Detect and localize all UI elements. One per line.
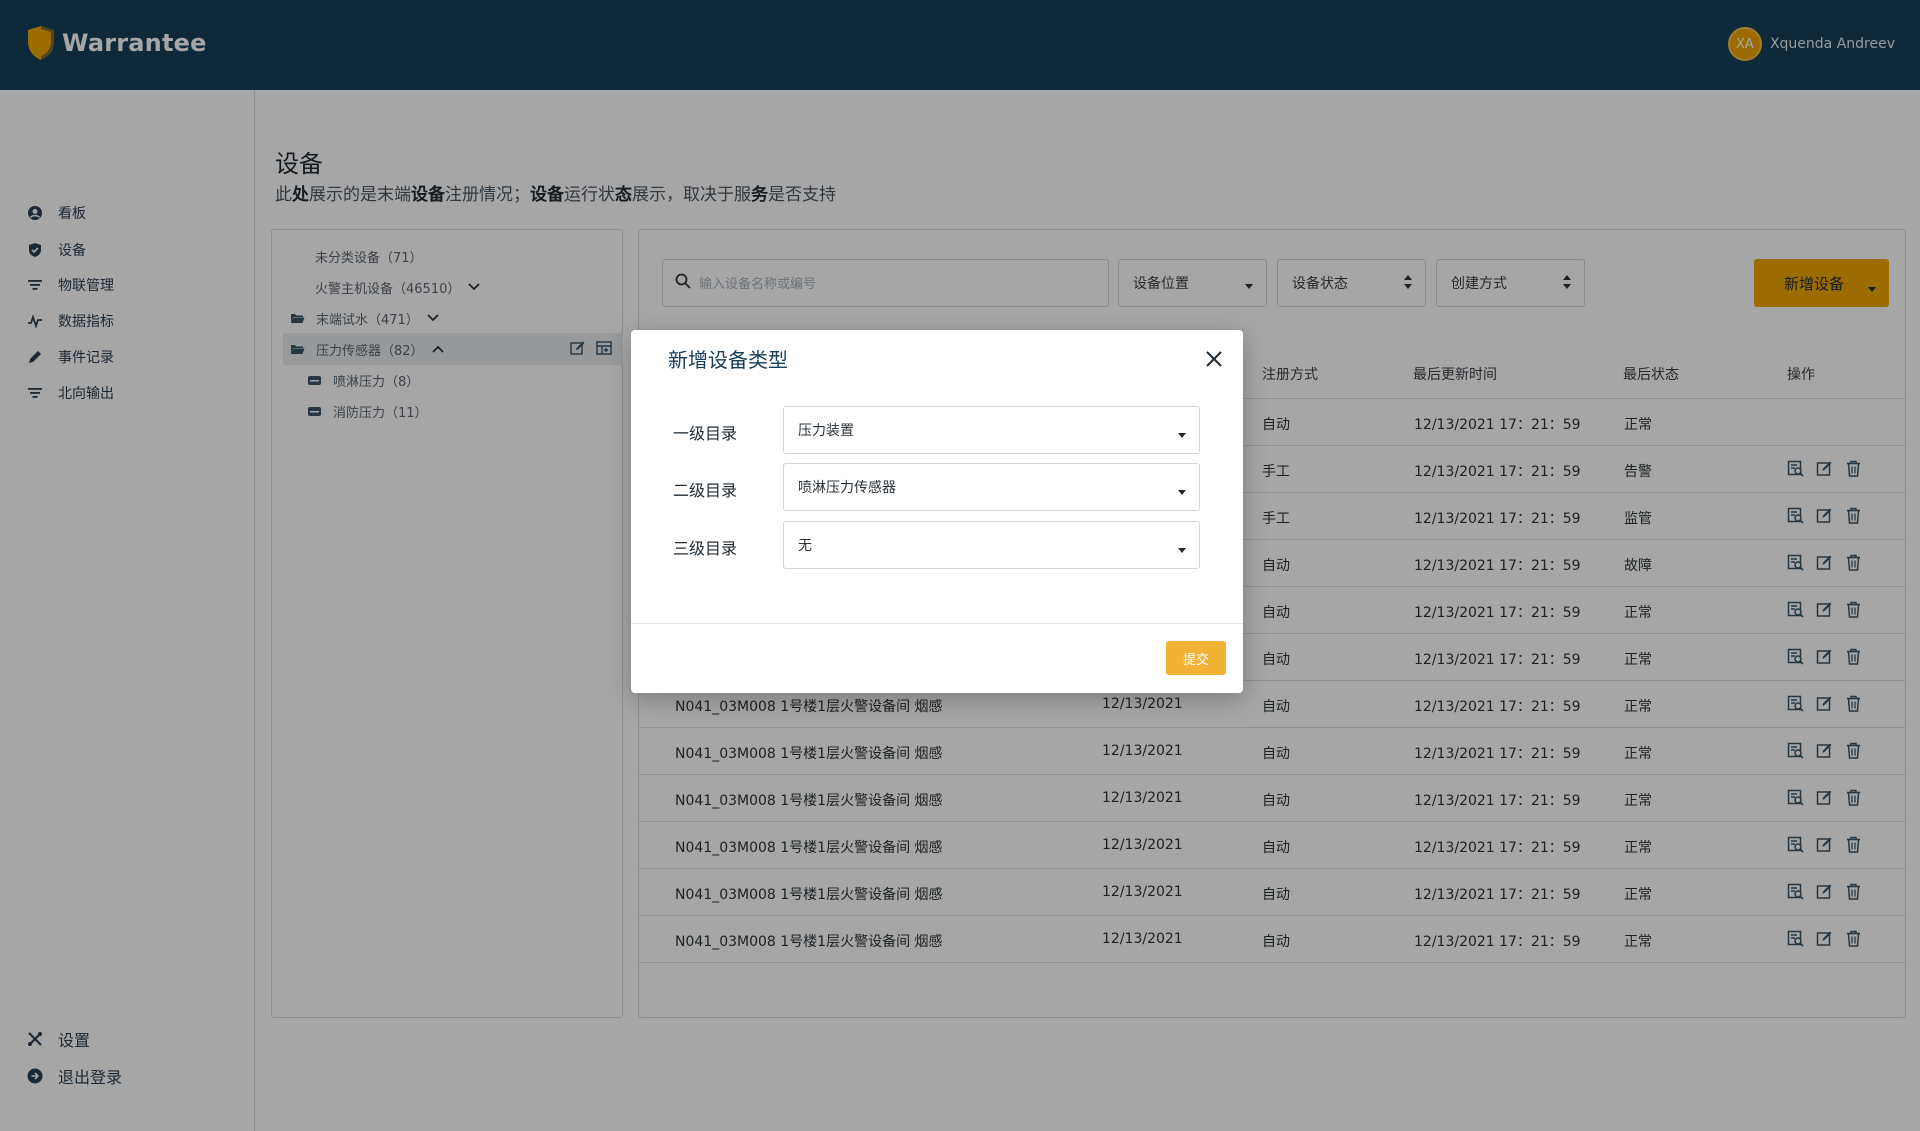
level2-select[interactable]: 喷淋压力传感器 [783, 463, 1200, 511]
dialog-title: 新增设备类型 [668, 348, 788, 372]
select-value: 喷淋压力传感器 [798, 480, 896, 496]
level1-select[interactable]: 压力装置 [783, 406, 1200, 454]
add-device-type-dialog: 新增设备类型 一级目录 压力装置 二级目录 喷淋压力传感器 三级目录 无 提交 [631, 330, 1243, 693]
select-value: 无 [798, 538, 812, 554]
caret-down-icon [1177, 484, 1187, 500]
level3-label: 三级目录 [673, 539, 738, 558]
select-value: 压力装置 [798, 423, 854, 439]
level3-select[interactable]: 无 [783, 521, 1200, 569]
close-icon[interactable] [1203, 348, 1225, 370]
level1-label: 一级目录 [673, 424, 738, 443]
caret-down-icon [1177, 542, 1187, 558]
level2-label: 二级目录 [673, 481, 738, 500]
caret-down-icon [1177, 427, 1187, 443]
submit-button[interactable]: 提交 [1166, 641, 1226, 675]
dialog-divider [631, 623, 1243, 624]
